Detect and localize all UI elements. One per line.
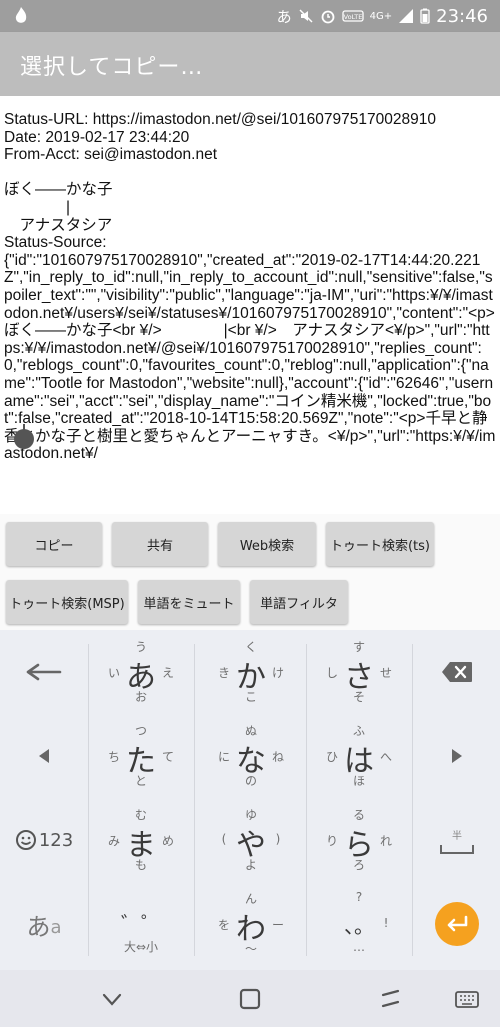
mute-icon	[299, 9, 313, 23]
flick-hint-label: )	[275, 832, 281, 846]
keyboard-icon[interactable]	[452, 984, 482, 1014]
selectable-text-area[interactable]: Status-URL: https://imastodon.net/@sei/1…	[0, 96, 500, 514]
page-title: 選択してコピー…	[20, 55, 204, 80]
flick-hint-label: 大⇔小	[123, 940, 159, 954]
flick-hint-label: そ	[352, 690, 365, 704]
lang-sub-label: a	[50, 916, 62, 938]
key-punctuation[interactable]: ? 、。! …	[304, 882, 414, 966]
key-main-label: ゛゜	[121, 912, 161, 936]
triangle-left-icon	[39, 749, 49, 763]
key-main-label: 、。	[344, 914, 374, 938]
flick-hint-label: ろ	[352, 858, 365, 872]
cursor-left-key[interactable]	[0, 714, 88, 798]
cursor-right-key[interactable]	[414, 714, 500, 798]
status-bar: あ VoLTE 4G+ 23:46	[0, 0, 500, 32]
flick-hint-label: へ	[379, 750, 392, 764]
backspace-icon	[442, 662, 472, 682]
emoji-mode-label: 123	[38, 829, 74, 851]
key-ya[interactable]: ゆ(や) よ	[196, 798, 306, 882]
flick-hint-label: ね	[271, 750, 284, 764]
back-chevron-icon[interactable]	[97, 984, 127, 1014]
volte-icon: VoLTE	[341, 10, 364, 22]
space-key[interactable]: 半	[414, 798, 500, 882]
flick-hint-label: ほ	[352, 774, 365, 788]
flick-hint-label: も	[134, 858, 147, 872]
key-ha[interactable]: ふひはへほ	[304, 714, 414, 798]
flick-hint-label: れ	[379, 834, 392, 848]
key-ma[interactable]: むみまめも	[86, 798, 196, 882]
flick-hint-label: こ	[244, 690, 257, 704]
recents-icon[interactable]	[376, 984, 406, 1014]
language-switch-key[interactable]: あa	[0, 882, 88, 966]
share-button[interactable]: 共有	[112, 522, 208, 566]
flick-hint-label: !	[383, 916, 389, 930]
flick-hint-label: …	[353, 940, 365, 954]
alarm-icon	[321, 10, 335, 24]
triangle-right-icon	[452, 749, 462, 763]
undo-key[interactable]	[0, 630, 88, 714]
key-sa[interactable]: すしさせそ	[304, 630, 414, 714]
key-dakuten[interactable]: ゛゜大⇔小	[86, 882, 196, 966]
flick-hint-label: え	[161, 666, 174, 680]
copy-button[interactable]: コピー	[6, 522, 102, 566]
space-hint-label: 半	[452, 830, 462, 842]
lang-main-label: あ	[26, 912, 51, 941]
app-notification-icon	[15, 7, 27, 23]
title-bar: 選択してコピー…	[0, 32, 500, 96]
key-ta[interactable]: つちたてと	[86, 714, 196, 798]
clock: 23:46	[436, 5, 488, 27]
status-icons: あ VoLTE 4G+ 23:46	[277, 4, 488, 28]
mute-word-button[interactable]: 単語をミュート	[138, 580, 240, 624]
network-type-label: 4G+	[369, 10, 393, 22]
web-search-button[interactable]: Web検索	[218, 522, 316, 566]
flick-hint-label: の	[244, 774, 257, 788]
space-bar-icon	[440, 844, 474, 854]
key-na[interactable]: ぬになねの	[196, 714, 306, 798]
flick-hint-label: ー	[271, 918, 284, 932]
battery-icon	[420, 8, 430, 24]
signal-icon	[399, 9, 414, 23]
key-ra[interactable]: るりられろ	[304, 798, 414, 882]
flick-hint-label: と	[134, 774, 147, 788]
enter-key[interactable]	[414, 882, 500, 966]
action-buttons: コピー 共有 Web検索 トゥート検索(ts) トゥート検索(MSP) 単語をミ…	[0, 514, 500, 630]
flick-hint-label: ?	[355, 890, 363, 904]
backspace-key[interactable]	[414, 630, 500, 714]
undo-arrow-icon	[26, 663, 62, 681]
ime-indicator: あ	[276, 7, 292, 26]
emoji-key[interactable]: 123	[0, 798, 88, 882]
smiley-icon	[15, 830, 36, 850]
flick-hint-label: け	[271, 666, 284, 680]
flick-hint-label: お	[134, 690, 147, 704]
flick-hint-label: て	[161, 750, 174, 764]
home-square-icon[interactable]	[235, 984, 265, 1014]
flick-hint-label: せ	[379, 666, 392, 680]
enter-arrow-icon	[447, 915, 468, 932]
toot-search-ts-button[interactable]: トゥート検索(ts)	[326, 522, 434, 566]
enter-button-circle[interactable]	[435, 902, 479, 946]
word-filter-button[interactable]: 単語フィルタ	[250, 580, 348, 624]
key-a[interactable]: ういあえお	[86, 630, 196, 714]
flick-hint-label: よ	[244, 858, 257, 872]
key-wa[interactable]: んをわー～	[196, 882, 306, 966]
toot-search-msp-button[interactable]: トゥート検索(MSP)	[6, 580, 128, 624]
flick-hint-label: ～	[244, 942, 257, 956]
text-cursor-handle[interactable]	[13, 424, 35, 450]
japanese-flick-keyboard: 123 あa ういあえお くきかけこ すしさせそ つちたてと ぬになねの ふひは…	[0, 630, 500, 970]
navigation-bar	[0, 970, 500, 1027]
flick-hint-label: め	[161, 834, 174, 848]
svg-text:VoLTE: VoLTE	[343, 13, 362, 21]
status-source-text[interactable]: Status-URL: https://imastodon.net/@sei/1…	[4, 111, 496, 511]
key-ka[interactable]: くきかけこ	[196, 630, 306, 714]
